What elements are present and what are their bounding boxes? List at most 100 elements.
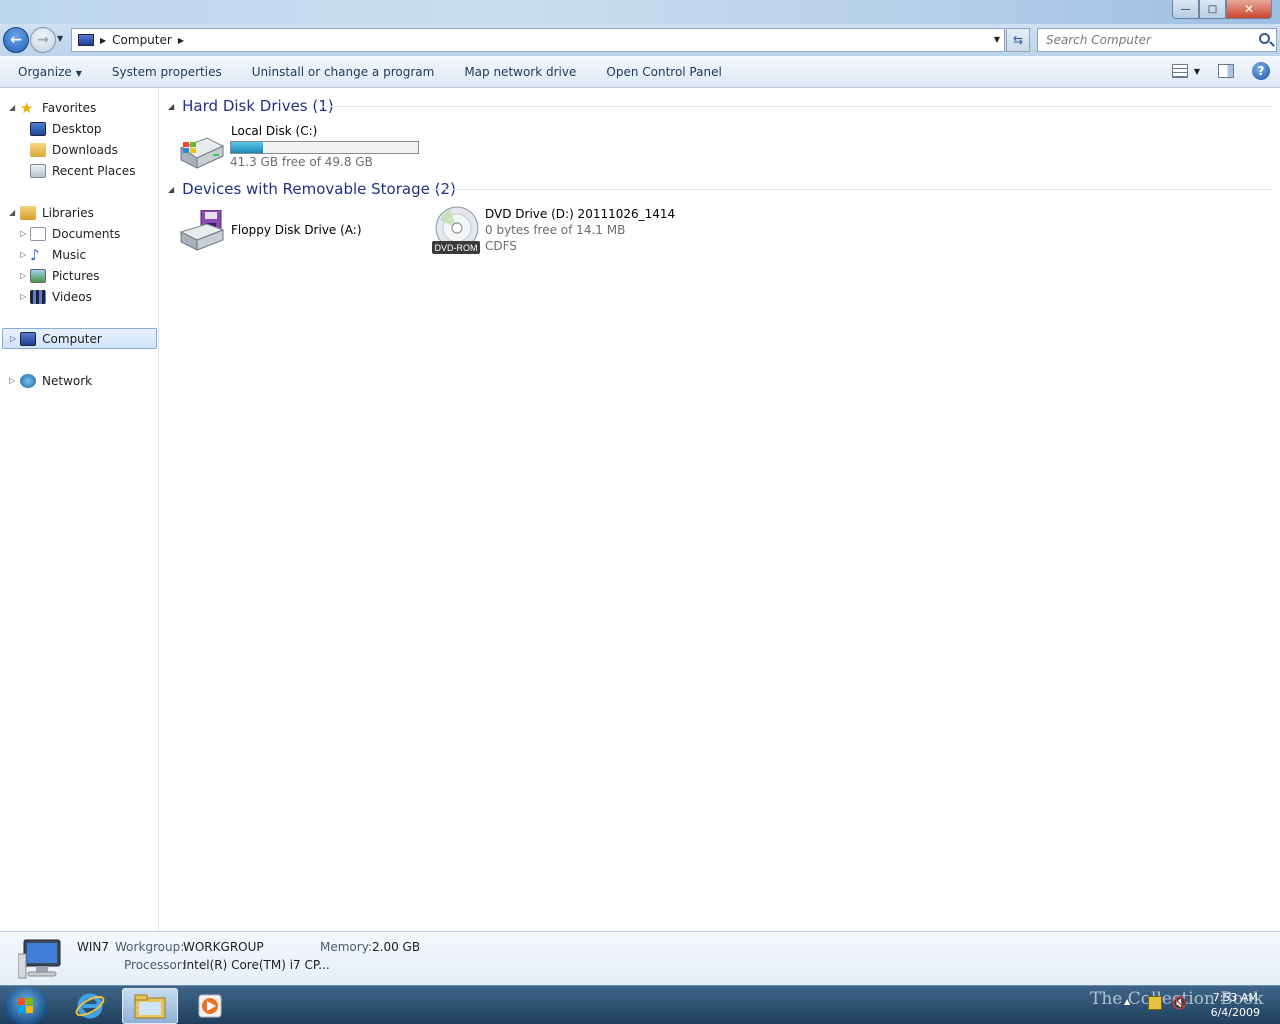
capacity-fill	[231, 142, 263, 153]
pictures-icon	[30, 268, 46, 283]
drive-name: DVD Drive (D:) 20111026_1414	[485, 207, 676, 221]
computer-icon	[78, 34, 94, 46]
star-icon: ★	[20, 98, 34, 117]
nav-videos[interactable]: Videos	[30, 286, 92, 307]
expand-arrow-icon[interactable]: ◢	[9, 103, 15, 112]
nav-label: Libraries	[42, 205, 94, 220]
chevron-down-icon: ▼	[1193, 66, 1200, 76]
map-network-drive-button[interactable]: Map network drive	[464, 65, 576, 79]
collapse-arrow-icon[interactable]: ◢	[168, 102, 174, 111]
nav-label: Downloads	[52, 142, 118, 157]
taskbar-media-player[interactable]	[182, 988, 238, 1024]
drive-name: Local Disk (C:)	[231, 124, 318, 138]
refresh-button[interactable]: ⇆	[1006, 28, 1030, 52]
show-hidden-icons-icon[interactable]: ▲	[1124, 997, 1130, 1006]
minimize-button[interactable]: —	[1172, 0, 1199, 19]
processor-value: Intel(R) Core(TM) i7 CP...	[183, 958, 330, 972]
back-button[interactable]: ←	[3, 27, 29, 53]
computer-icon	[20, 331, 37, 346]
breadcrumb-chevron-icon[interactable]: ▶	[178, 36, 184, 45]
group-title: Devices with Removable Storage (2)	[182, 180, 456, 198]
open-control-panel-button[interactable]: Open Control Panel	[606, 65, 721, 79]
group-title: Hard Disk Drives (1)	[182, 97, 334, 115]
search-input[interactable]	[1046, 33, 1256, 47]
organize-button[interactable]: Organize ▼	[18, 65, 82, 79]
nav-favorites[interactable]: ★ Favorites	[20, 97, 96, 118]
change-view-button[interactable]: ▼	[1171, 64, 1200, 78]
details-pane: WIN7 Workgroup: WORKGROUP Memory: 2.00 G…	[0, 931, 1280, 985]
collapse-arrow-icon[interactable]: ◢	[168, 185, 174, 194]
organize-label: Organize	[18, 64, 72, 79]
expand-arrow-icon[interactable]: ▷	[9, 376, 15, 385]
view-options-icon	[1171, 64, 1188, 78]
expand-arrow-icon[interactable]: ▷	[20, 250, 26, 259]
navigation-pane: ◢ ★ Favorites Desktop Downloads Recent P…	[0, 88, 159, 931]
network-icon	[20, 373, 36, 388]
expand-arrow-icon[interactable]: ▷	[20, 271, 26, 280]
view-controls: ▼ ?	[1171, 62, 1270, 80]
nav-libraries[interactable]: Libraries	[20, 202, 94, 223]
memory-label: Memory:	[320, 940, 372, 954]
expand-arrow-icon[interactable]: ◢	[9, 208, 15, 217]
address-dropdown-icon[interactable]: ▼	[994, 35, 1000, 44]
expand-arrow-icon[interactable]: ▷	[20, 229, 26, 238]
downloads-folder-icon	[30, 142, 46, 157]
nav-computer[interactable]: ▷ Computer	[2, 328, 157, 349]
close-button[interactable]: ✕	[1226, 0, 1272, 19]
dvd-badge: DVD-ROM	[435, 243, 478, 253]
system-properties-button[interactable]: System properties	[112, 65, 222, 79]
start-button[interactable]	[4, 987, 48, 1024]
taskbar-windows-explorer[interactable]	[122, 988, 178, 1024]
nav-network[interactable]: Network	[20, 370, 92, 391]
dvd-drive-icon: DVD-ROM	[432, 206, 480, 254]
hard-drive-icon	[179, 137, 225, 169]
videos-icon	[30, 289, 46, 304]
arrow-right-icon: →	[37, 32, 49, 48]
group-header-removable[interactable]: ◢ Devices with Removable Storage (2)	[168, 180, 456, 198]
nav-recent-places[interactable]: Recent Places	[30, 160, 135, 181]
help-icon[interactable]: ?	[1252, 62, 1270, 80]
preview-pane-icon[interactable]	[1218, 64, 1234, 78]
drive-name: Floppy Disk Drive (A:)	[231, 223, 362, 237]
nav-pictures[interactable]: Pictures	[30, 265, 100, 286]
window-controls: — □ ✕	[1172, 0, 1272, 19]
expand-arrow-icon[interactable]: ▷	[10, 334, 16, 343]
forward-button[interactable]: →	[30, 27, 56, 53]
expand-arrow-icon[interactable]: ▷	[20, 292, 26, 301]
address-bar[interactable]: ▶ Computer ▶ ▼	[71, 28, 1005, 52]
documents-icon	[30, 226, 46, 241]
maximize-button[interactable]: □	[1199, 0, 1226, 19]
group-header-hard-disks[interactable]: ◢ Hard Disk Drives (1)	[168, 97, 334, 115]
nav-label: Music	[52, 247, 87, 262]
workgroup-label: Workgroup:	[115, 940, 185, 954]
search-box[interactable]	[1037, 28, 1277, 52]
capacity-bar	[230, 141, 419, 154]
workgroup-value: WORKGROUP	[183, 940, 264, 954]
processor-label: Processor:	[124, 958, 186, 972]
nav-label: Network	[42, 373, 93, 388]
action-center-icon[interactable]	[1148, 996, 1162, 1010]
nav-desktop[interactable]: Desktop	[30, 118, 102, 139]
nav-label: Documents	[52, 226, 121, 241]
clock[interactable]: 7:53 AM 6/4/2009	[1211, 990, 1260, 1020]
uninstall-program-button[interactable]: Uninstall or change a program	[252, 65, 435, 79]
content-area: ◢ Hard Disk Drives (1) Local Disk (C:) 4…	[160, 88, 1280, 931]
windows-logo-icon	[18, 998, 33, 1013]
taskbar-internet-explorer[interactable]	[62, 988, 118, 1024]
group-divider	[432, 189, 1272, 190]
desktop-icon	[30, 121, 46, 136]
folder-icon	[134, 994, 166, 1019]
breadcrumb-chevron-icon[interactable]: ▶	[100, 36, 106, 45]
nav-label: Pictures	[52, 268, 100, 283]
volume-muted-icon[interactable]: 🔇	[1172, 996, 1187, 1010]
nav-documents[interactable]: Documents	[30, 223, 120, 244]
breadcrumb-computer[interactable]: Computer	[112, 33, 172, 47]
nav-downloads[interactable]: Downloads	[30, 139, 118, 160]
internet-explorer-icon	[75, 993, 105, 1019]
title-bar: — □ ✕	[0, 0, 1280, 24]
search-icon[interactable]	[1259, 33, 1270, 44]
nav-music[interactable]: ♪ Music	[30, 244, 86, 265]
recent-pages-dropdown[interactable]: ▼	[57, 34, 63, 43]
arrow-left-icon: ←	[10, 32, 22, 48]
computer-name: WIN7	[77, 940, 110, 954]
